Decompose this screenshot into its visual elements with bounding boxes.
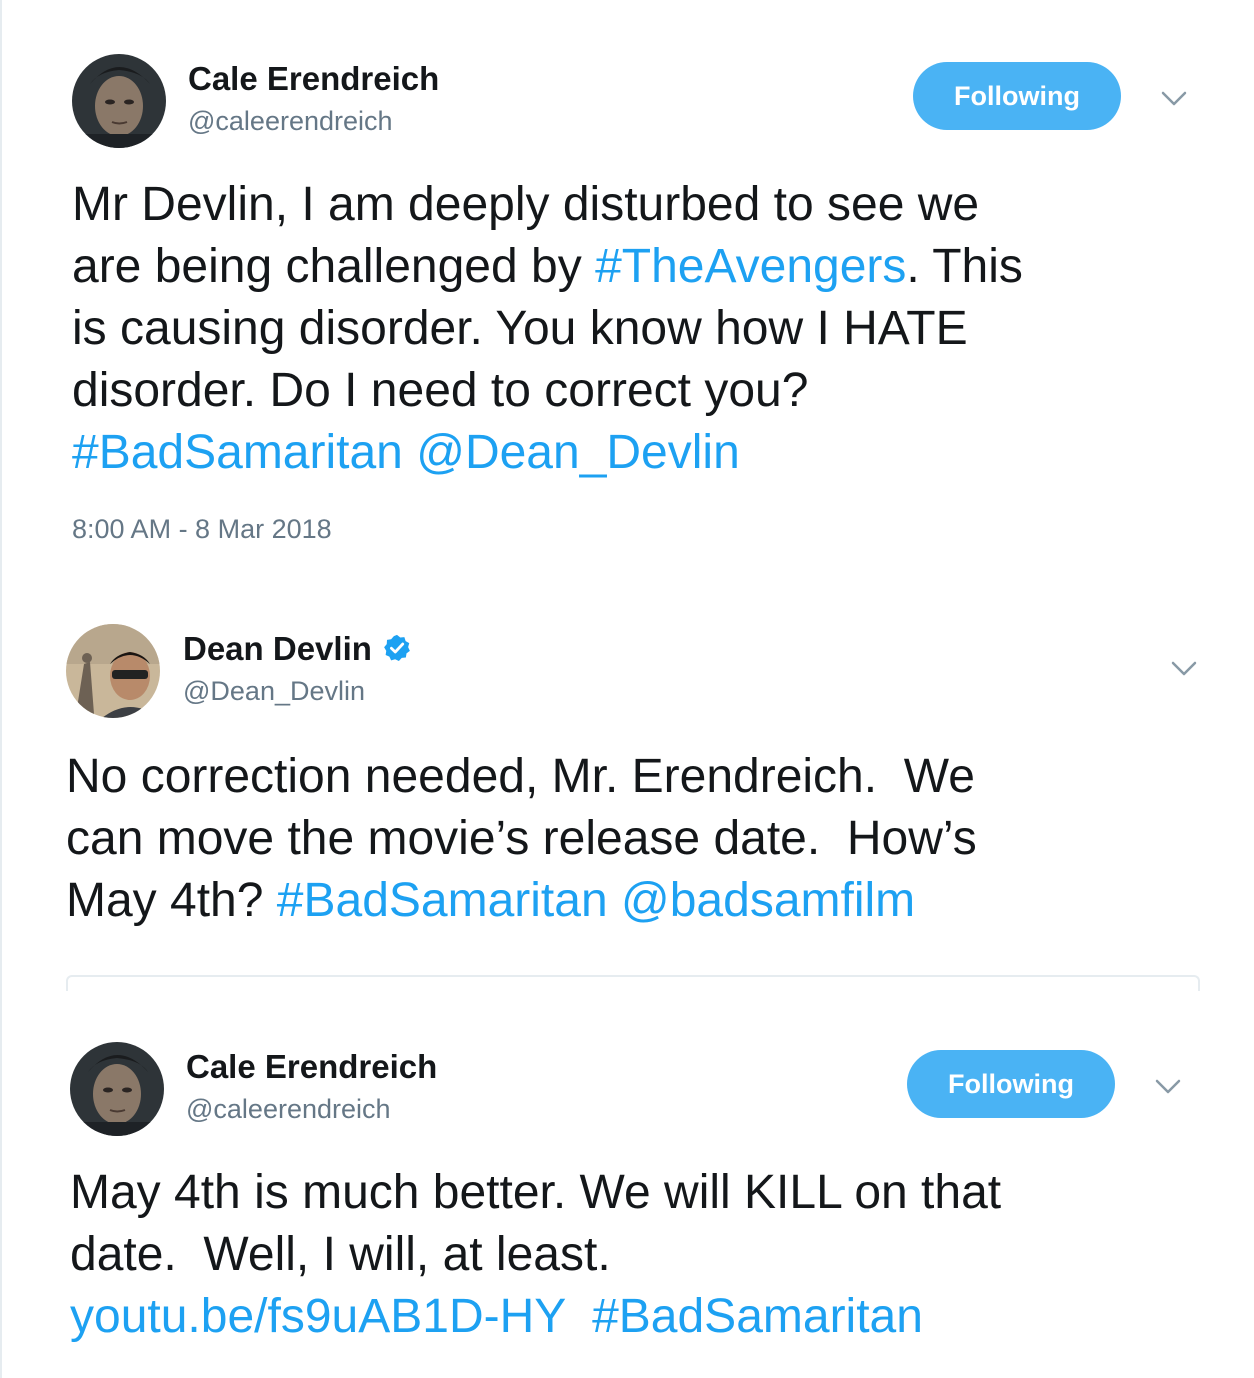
avatar[interactable] <box>70 1042 164 1136</box>
author-name[interactable]: Cale Erendreich <box>188 60 439 98</box>
tweet-text-segment <box>403 426 416 479</box>
tweet-text-segment: disorder. Do I need to correct you? <box>72 364 809 417</box>
tweet-2: Dean Devlin @Dean_Devlin No correction n… <box>0 580 1254 980</box>
mention-link[interactable]: @Dean_Devlin <box>416 426 740 479</box>
avatar-image <box>66 624 160 718</box>
tweet-text-line: #BadSamaritan @Dean_Devlin <box>72 422 1023 484</box>
avatar[interactable] <box>66 624 160 718</box>
tweet-text-segment: can move the movie’s release date. How’s <box>66 812 977 865</box>
tweet-text: No correction needed, Mr. Erendreich. We… <box>66 746 977 932</box>
tweet-text-line: youtu.be/fs9uAB1D-HY #BadSamaritan <box>70 1286 1001 1348</box>
following-button[interactable]: Following <box>907 1050 1115 1118</box>
tweet-text-line: can move the movie’s release date. How’s <box>66 808 977 870</box>
hashtag-link[interactable]: #TheAvengers <box>595 240 906 293</box>
tweet-text: Mr Devlin, I am deeply disturbed to see … <box>72 174 1023 484</box>
tweet-text-line: May 4th? #BadSamaritan @badsamfilm <box>66 870 977 932</box>
url-link[interactable]: youtu.be/fs9uAB1D-HY <box>70 1290 565 1343</box>
tweet-text-segment: . This <box>906 240 1023 293</box>
following-button[interactable]: Following <box>913 62 1121 130</box>
tweet-text-line: No correction needed, Mr. Erendreich. We <box>66 746 977 808</box>
tweet-text-segment <box>565 1290 592 1343</box>
tweet-text-segment: is causing disorder. You know how I HATE <box>72 302 968 355</box>
author-name[interactable]: Cale Erendreich <box>186 1048 437 1086</box>
tweet-text-line: is causing disorder. You know how I HATE <box>72 298 1023 360</box>
tweet-3: Cale Erendreich @caleerendreich Followin… <box>0 1000 1254 1378</box>
avatar[interactable] <box>72 54 166 148</box>
author-name-text: Dean Devlin <box>183 630 372 667</box>
tweet-text-segment <box>608 874 621 927</box>
tweet-1: Cale Erendreich @caleerendreich Followin… <box>0 0 1254 580</box>
chevron-down-icon[interactable] <box>1170 659 1198 679</box>
tweet-text-line: Mr Devlin, I am deeply disturbed to see … <box>72 174 1023 236</box>
avatar-image <box>70 1042 164 1136</box>
chevron-down-icon[interactable] <box>1154 1077 1182 1097</box>
author-handle[interactable]: @caleerendreich <box>188 106 393 137</box>
tweet-text-line: disorder. Do I need to correct you? <box>72 360 1023 422</box>
tweet-timestamp[interactable]: 8:00 AM - 8 Mar 2018 <box>72 514 332 545</box>
hashtag-link[interactable]: #BadSamaritan <box>72 426 403 479</box>
tweet-divider <box>66 975 1200 991</box>
hashtag-link[interactable]: #BadSamaritan <box>277 874 608 927</box>
tweet-text-segment: No correction needed, Mr. Erendreich. We <box>66 750 975 803</box>
verified-badge-icon <box>384 635 410 662</box>
tweet-text-line: date. Well, I will, at least. <box>70 1224 1001 1286</box>
tweet-text-line: are being challenged by #TheAvengers. Th… <box>72 236 1023 298</box>
tweet-text: May 4th is much better. We will KILL on … <box>70 1162 1001 1348</box>
tweet-text-segment: May 4th? <box>66 874 277 927</box>
chevron-down-icon[interactable] <box>1160 89 1188 109</box>
hashtag-link[interactable]: #BadSamaritan <box>592 1290 923 1343</box>
author-handle[interactable]: @caleerendreich <box>186 1094 391 1125</box>
tweet-text-segment: are being challenged by <box>72 240 596 293</box>
author-name[interactable]: Dean Devlin <box>183 630 412 668</box>
tweet-text-segment: Mr Devlin, I am deeply disturbed to see … <box>72 178 980 231</box>
tweet-text-segment: date. Well, I will, at least. <box>70 1228 611 1281</box>
author-handle[interactable]: @Dean_Devlin <box>183 676 365 707</box>
avatar-image <box>72 54 166 148</box>
tweet-text-segment: May 4th is much better. We will KILL on … <box>70 1166 1002 1219</box>
mention-link[interactable]: @badsamfilm <box>621 874 915 927</box>
tweet-text-line: May 4th is much better. We will KILL on … <box>70 1162 1001 1224</box>
